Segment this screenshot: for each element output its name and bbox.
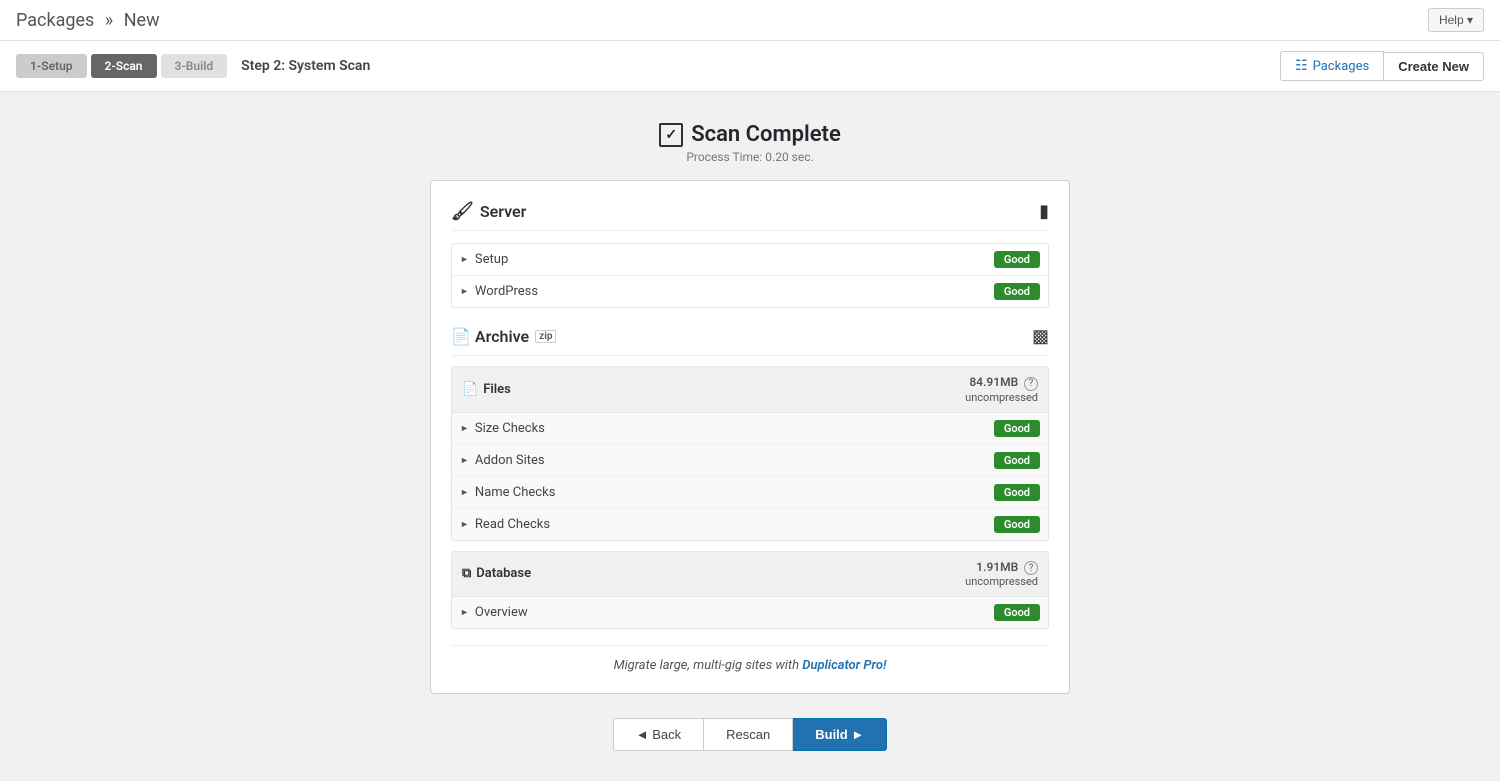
page-title-main: Packages [16,10,94,31]
table-row[interactable]: ► Setup Good [452,244,1048,276]
status-badge: Good [994,484,1040,501]
current-step-label: Step 2: System Scan [241,58,370,74]
server-section-header: 🖌 Server ▮ [451,201,1049,231]
files-size-label: uncompressed [965,391,1038,404]
scan-subtitle: Process Time: 0.20 sec. [20,150,1480,164]
database-meta: 1.91MB ? uncompressed [965,560,1038,589]
files-title: 📄 Files [462,382,511,397]
zip-badge: zip [535,330,556,343]
archive-section-header: 📄 Archive zip ▩ [451,326,1049,356]
server-icon: 🖌 [451,201,474,222]
status-badge: Good [994,452,1040,469]
promo-link[interactable]: Duplicator Pro! [802,658,886,673]
promo-text: Migrate large, multi-gig sites with Dupl… [451,645,1049,673]
status-badge: Good [994,516,1040,533]
status-badge: Good [994,420,1040,437]
packages-icon: ☷ [1295,58,1308,74]
server-rows: ► Setup Good ► WordPress Good [451,243,1049,308]
back-button[interactable]: ◄ Back [613,718,703,751]
server-title-text: Server [480,202,527,221]
page-title-sep: » [105,10,113,31]
page-title-sub: New [124,10,160,31]
archive-title-text: Archive [475,327,529,346]
step-bar: 1-Setup 2-Scan 3-Build Step 2: System Sc… [0,41,1500,92]
files-title-text: Files [483,382,511,397]
build-button[interactable]: Build ► [793,718,887,751]
help-button[interactable]: Help ▾ [1428,8,1484,32]
step-tab-1[interactable]: 1-Setup [16,54,87,78]
arrow-icon: ► [460,487,469,498]
check-row-label: ► WordPress [460,284,538,299]
table-row[interactable]: ► Name Checks Good [452,477,1048,509]
scan-card: 🖌 Server ▮ ► Setup Good ► WordPress Good… [430,180,1070,694]
step-tab-3[interactable]: 3-Build [161,54,228,78]
table-row[interactable]: ► WordPress Good [452,276,1048,307]
rescan-button[interactable]: Rescan [703,718,793,751]
check-row-label: ► Read Checks [460,517,550,532]
step-bar-actions: ☷ Packages Create New [1280,51,1484,81]
create-new-button[interactable]: Create New [1384,52,1484,81]
files-icon: 📄 [462,382,478,397]
table-row[interactable]: ► Overview Good [452,597,1048,628]
check-row-label: ► Size Checks [460,421,545,436]
check-row-label: ► Setup [460,252,508,267]
packages-link[interactable]: ☷ Packages [1280,51,1384,81]
arrow-icon: ► [460,286,469,297]
promo-text-content: Migrate large, multi-gig sites with [614,658,803,673]
server-corner-icon: ▮ [1039,201,1049,222]
page-title: Packages » New [16,10,160,31]
database-icon: ⧉ [462,566,471,581]
files-help-icon[interactable]: ? [1024,377,1038,391]
main-content: ✓ Scan Complete Process Time: 0.20 sec. … [0,92,1500,781]
database-rows: ► Overview Good [452,597,1048,628]
check-row-label: ► Overview [460,605,528,620]
database-header: ⧉ Database 1.91MB ? uncompressed [452,552,1048,598]
arrow-icon: ► [460,607,469,618]
database-subsection: ⧉ Database 1.91MB ? uncompressed ► Overv… [451,551,1049,630]
archive-title: 📄 Archive zip [451,327,556,346]
top-bar: Packages » New Help ▾ [0,0,1500,41]
scan-title-text: Scan Complete [691,122,841,147]
files-subsection: 📄 Files 84.91MB ? uncompressed ► Size Ch… [451,366,1049,541]
check-row-label: ► Name Checks [460,485,555,500]
database-size: 1.91MB [976,560,1018,574]
arrow-icon: ► [460,519,469,530]
database-title: ⧉ Database [462,566,531,581]
packages-link-label: Packages [1313,59,1370,74]
arrow-icon: ► [460,423,469,434]
files-header: 📄 Files 84.91MB ? uncompressed [452,367,1048,413]
scan-complete-icon: ✓ [659,123,683,147]
archive-file-icon: 📄 [451,327,471,346]
archive-corner-icon: ▩ [1032,326,1049,347]
scan-header: ✓ Scan Complete Process Time: 0.20 sec. [20,122,1480,164]
arrow-icon: ► [460,455,469,466]
table-row[interactable]: ► Addon Sites Good [452,445,1048,477]
check-row-label: ► Addon Sites [460,453,545,468]
status-badge: Good [994,283,1040,300]
server-title: 🖌 Server [451,201,526,222]
scan-title: ✓ Scan Complete [20,122,1480,147]
step-tabs: 1-Setup 2-Scan 3-Build [16,54,227,78]
arrow-icon: ► [460,254,469,265]
status-badge: Good [994,251,1040,268]
step-tab-2[interactable]: 2-Scan [91,54,157,78]
files-size: 84.91MB [969,375,1018,389]
files-rows: ► Size Checks Good ► Addon Sites Good ► … [452,413,1048,540]
bottom-buttons: ◄ Back Rescan Build ► [20,718,1480,751]
database-help-icon[interactable]: ? [1024,561,1038,575]
status-badge: Good [994,604,1040,621]
database-size-label: uncompressed [965,575,1038,588]
table-row[interactable]: ► Size Checks Good [452,413,1048,445]
database-title-text: Database [476,566,531,581]
files-meta: 84.91MB ? uncompressed [965,375,1038,404]
table-row[interactable]: ► Read Checks Good [452,509,1048,540]
